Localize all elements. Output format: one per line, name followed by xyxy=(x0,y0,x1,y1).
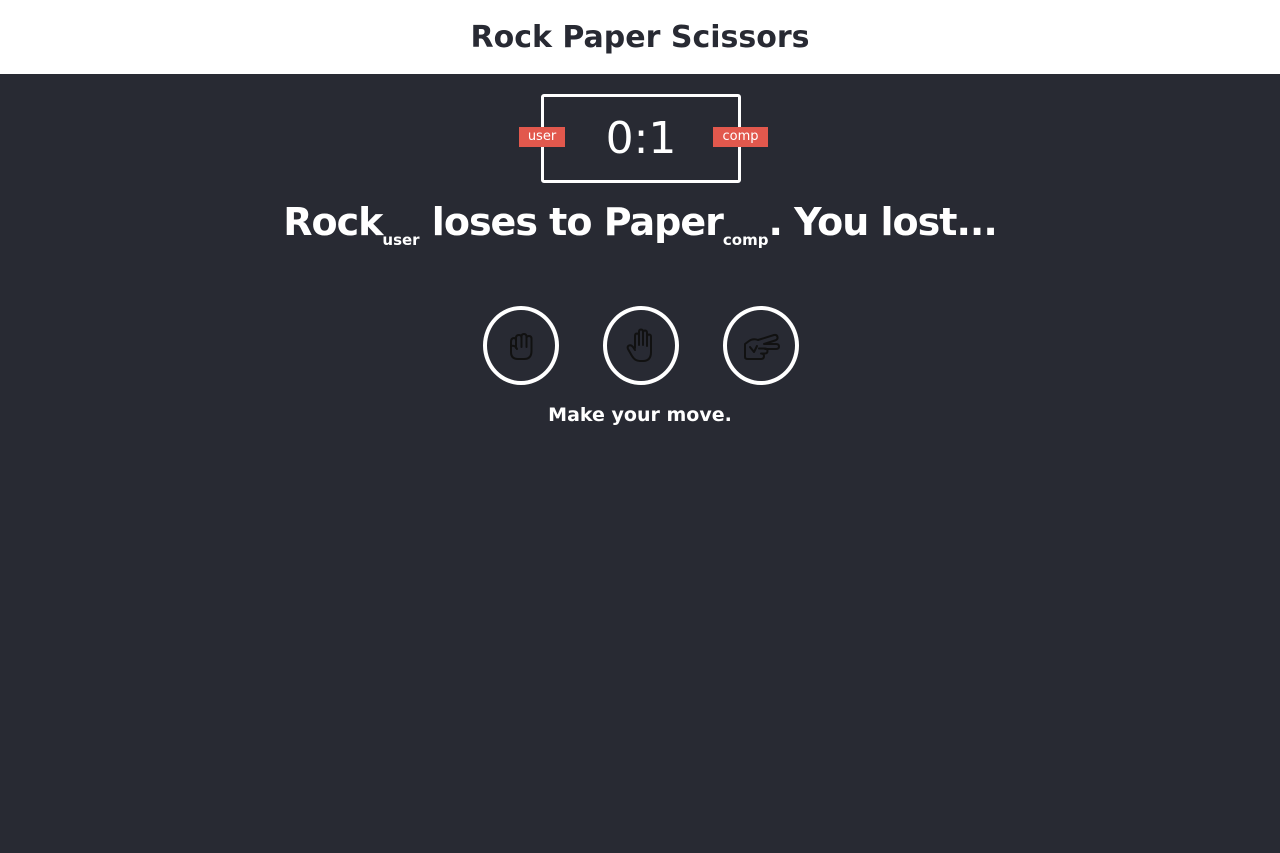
comp-badge: comp xyxy=(713,127,768,147)
paper-button[interactable] xyxy=(603,306,679,385)
page-title: Rock Paper Scissors xyxy=(470,19,810,55)
result-comp-tag: comp xyxy=(722,231,769,249)
scoreboard: 0:1 xyxy=(541,94,741,183)
result-user-choice: Rock xyxy=(283,200,383,244)
open-hand-icon xyxy=(626,328,652,362)
rock-button[interactable] xyxy=(483,306,559,385)
user-badge: user xyxy=(519,127,565,147)
app-header: Rock Paper Scissors xyxy=(0,0,1280,74)
result-user-tag: user xyxy=(382,231,420,249)
result-comp-choice: Paper xyxy=(603,200,724,244)
result-middle: loses to xyxy=(419,200,604,244)
fist-icon xyxy=(510,332,533,360)
action-message: Make your move. xyxy=(548,404,732,426)
choice-buttons xyxy=(0,306,1280,385)
scissors-button[interactable] xyxy=(723,306,799,385)
result-ending: . You lost... xyxy=(768,200,997,244)
result-message: Rockuser loses to Papercomp. You lost... xyxy=(0,200,1280,248)
peace-hand-icon xyxy=(744,333,780,360)
score-display: 0:1 xyxy=(605,113,677,164)
